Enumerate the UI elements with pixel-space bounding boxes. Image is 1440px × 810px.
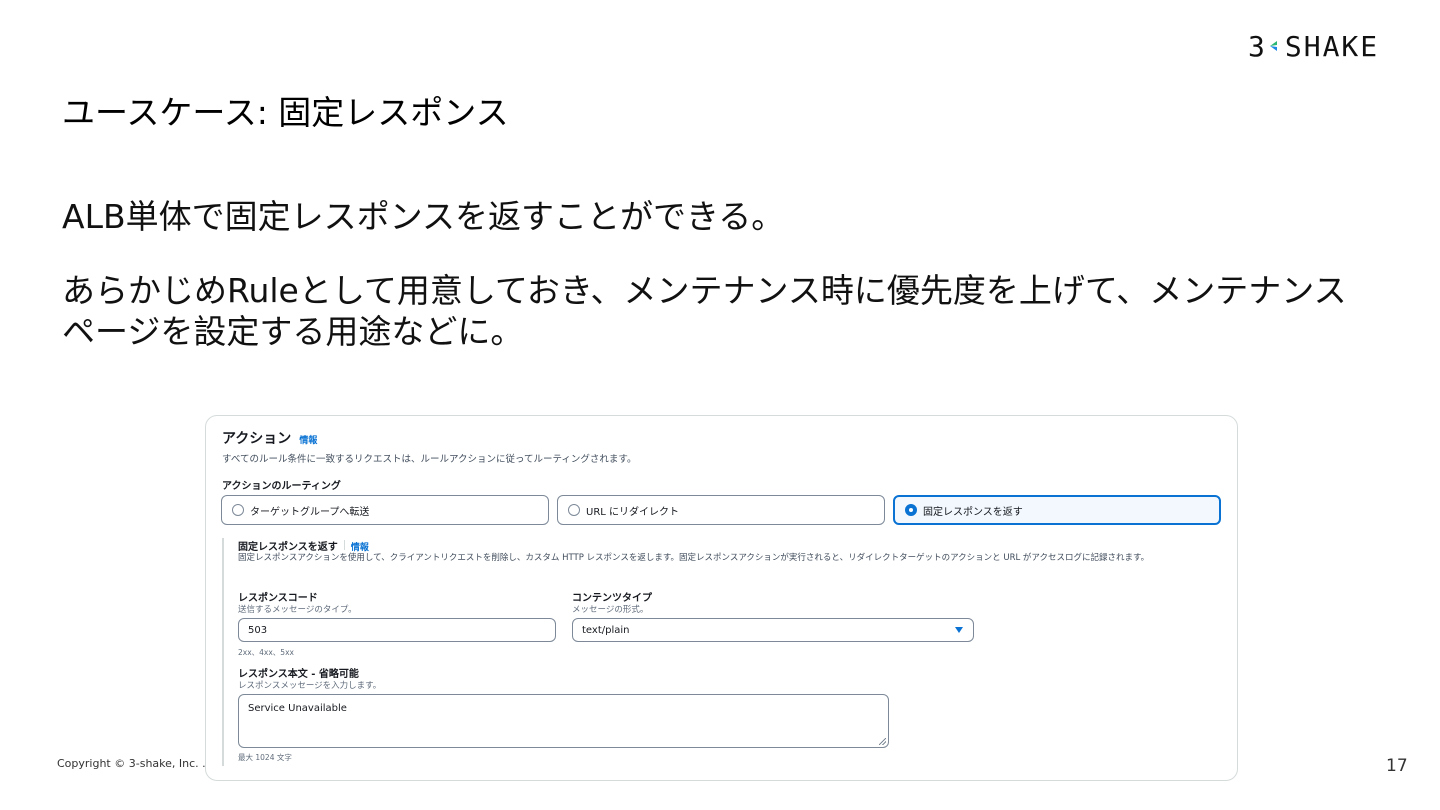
radio-selected-icon: [905, 504, 917, 516]
content-type-value: text/plain: [582, 624, 630, 636]
response-body-hint: 最大 1024 文字: [238, 753, 292, 762]
panel-description: すべてのルール条件に一致するリクエストは、ルールアクションに従ってルーティングさ…: [222, 454, 637, 465]
response-code-input[interactable]: 503: [238, 618, 556, 642]
response-code-value: 503: [248, 624, 268, 636]
content-type-label: コンテンツタイプ: [572, 593, 652, 604]
info-link[interactable]: 情報: [299, 433, 317, 446]
radio-icon: [568, 504, 580, 516]
action-panel-screenshot: アクション 情報 すべてのルール条件に一致するリクエストは、ルールアクションに従…: [205, 415, 1238, 781]
radio-icon: [232, 504, 244, 516]
slide-title: ユースケース: 固定レスポンス: [62, 93, 509, 132]
routing-label: アクションのルーティング: [222, 481, 341, 492]
slide-text-line-2: あらかじめRuleとして用意しておき、メンテナンス時に優先度を上げて、メンテナン…: [62, 271, 1347, 352]
option-forward-target-group[interactable]: ターゲットグループへ転送: [221, 495, 549, 525]
panel-title: アクション: [222, 431, 292, 447]
resize-handle-icon[interactable]: [879, 738, 886, 745]
option-fixed-response[interactable]: 固定レスポンスを返す: [893, 495, 1221, 525]
response-body-value: Service Unavailable: [248, 703, 347, 714]
fixed-response-section: 固定レスポンスを返す 情報 固定レスポンスアクションを使用して、クライアントリク…: [222, 538, 1222, 766]
fixed-response-description: 固定レスポンスアクションを使用して、クライアントリクエストを削除し、カスタム H…: [238, 553, 1150, 563]
option-label: URL にリダイレクト: [586, 506, 680, 518]
response-body-desc: レスポンスメッセージを入力します。: [238, 681, 382, 691]
response-code-label: レスポンスコード: [238, 593, 318, 604]
response-code-desc: 送信するメッセージのタイプ。: [238, 605, 357, 615]
info-link[interactable]: 情報: [351, 540, 369, 553]
fixed-response-title: 固定レスポンスを返す: [238, 542, 338, 553]
response-body-textarea[interactable]: Service Unavailable: [238, 694, 889, 748]
logo-number: 3: [1248, 29, 1267, 63]
page-number: 17: [1386, 756, 1408, 776]
response-code-hint: 2xx、4xx、5xx: [238, 648, 294, 657]
response-body-label: レスポンス本文 - 省略可能: [238, 669, 359, 680]
content-type-desc: メッセージの形式。: [572, 605, 649, 615]
caret-down-icon: [955, 627, 963, 633]
divider: [343, 540, 345, 550]
option-label: 固定レスポンスを返す: [923, 506, 1023, 518]
option-redirect-url[interactable]: URL にリダイレクト: [557, 495, 885, 525]
panel-header: アクション 情報: [222, 428, 317, 448]
fixed-response-header: 固定レスポンスを返す 情報: [238, 538, 369, 553]
logo-text: SHAKE: [1284, 29, 1380, 63]
company-logo: 3 SHAKE: [1248, 29, 1380, 63]
option-label: ターゲットグループへ転送: [250, 506, 370, 518]
copyright-text: Copyright © 3-shake, Inc. .: [57, 757, 206, 770]
logo-arrow-icon: [1269, 41, 1277, 51]
slide-text-line-1: ALB単体で固定レスポンスを返すことができる。: [62, 197, 785, 236]
content-type-select[interactable]: text/plain: [572, 618, 974, 642]
